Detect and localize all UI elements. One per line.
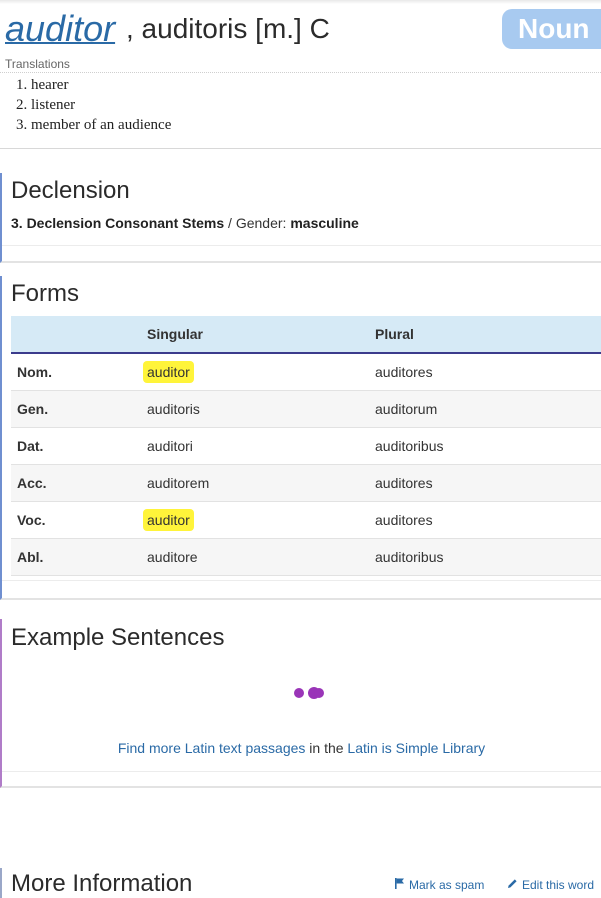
case-label: Voc. [11,501,142,539]
loading-dots-icon [294,687,326,702]
examples-divider [2,771,601,772]
gender-value: masculine [290,215,359,231]
forms-table: Singular Plural Nom. auditor auditores Gen.… [11,316,601,576]
translation-item: member of an audience [31,116,171,136]
table-row: Voc. auditor auditores [11,501,601,539]
singular-form: auditore [147,549,198,565]
table-row: Dat. auditori auditoribus [11,427,601,465]
declension-info: 3. Declension Consonant Stems / Gender: … [11,215,359,231]
table-row: Acc. auditorem auditores [11,464,601,502]
table-row: Nom. auditor auditores [11,353,601,391]
plural-cell: auditoribus [370,538,601,576]
singular-cell: auditorem [142,464,370,502]
singular-form: auditori [147,438,193,454]
part-of-speech-badge: Noun [502,9,601,49]
top-shadow [0,0,601,4]
header-divider [0,148,601,149]
example-sentences-title: Example Sentences [11,624,225,651]
table-row: Abl. auditore auditoribus [11,538,601,576]
singular-form: auditorem [147,475,210,491]
plural-cell: auditores [370,501,601,539]
case-label: Gen. [11,390,142,428]
singular-form: auditor [143,361,194,383]
more-information-title: More Information [11,870,193,897]
translations-list: hearer listener member of an audience [0,76,171,136]
lemma-link[interactable]: auditor [5,8,115,50]
singular-form: auditor [143,509,194,531]
case-label: Abl. [11,538,142,576]
translations-label: Translations [5,57,70,71]
case-label: Nom. [11,353,142,391]
declension-section: Declension 3. Declension Consonant Stems… [0,173,601,263]
forms-title: Forms [11,280,79,307]
translation-item: listener [31,96,171,116]
plural-cell: auditorum [370,390,601,428]
singular-cell: auditori [142,427,370,465]
singular-cell: auditore [142,538,370,576]
lemma-forms: , auditoris [m.] C [126,13,330,44]
translation-item: hearer [31,76,171,96]
header-plural: Plural [370,316,601,354]
translations-divider [0,72,601,73]
forms-header-row: Singular Plural [11,316,601,354]
declension-type: 3. Declension Consonant Stems [11,215,225,231]
case-label: Dat. [11,427,142,465]
case-label: Acc. [11,464,142,502]
singular-form: auditoris [147,401,200,417]
plural-cell: auditoribus [370,427,601,465]
declension-title: Declension [11,177,130,204]
more-information-section: More Information Mark as spam Edit this … [0,868,601,898]
find-more-passages-link[interactable]: Find more Latin text passages [118,740,306,756]
header-singular: Singular [142,316,370,354]
loader-dot [294,688,304,698]
find-more-connector: in the [305,740,348,756]
plural-cell: auditores [370,353,601,391]
singular-cell: auditor [142,501,370,539]
find-more-line: Find more Latin text passages in the Lat… [2,740,601,756]
gender-label: / Gender: [224,215,291,231]
forms-divider [2,580,601,581]
table-row: Gen. auditoris auditorum [11,390,601,428]
library-link[interactable]: Latin is Simple Library [347,740,485,756]
plural-cell: auditores [370,464,601,502]
loader-dot [314,688,324,698]
singular-cell: auditor [142,353,370,391]
singular-cell: auditoris [142,390,370,428]
declension-divider [2,245,601,246]
example-sentences-section: Example Sentences Find more Latin text p… [0,619,601,788]
header-case [11,316,142,354]
forms-section: Forms Singular Plural Nom. auditor auditor… [0,276,601,600]
